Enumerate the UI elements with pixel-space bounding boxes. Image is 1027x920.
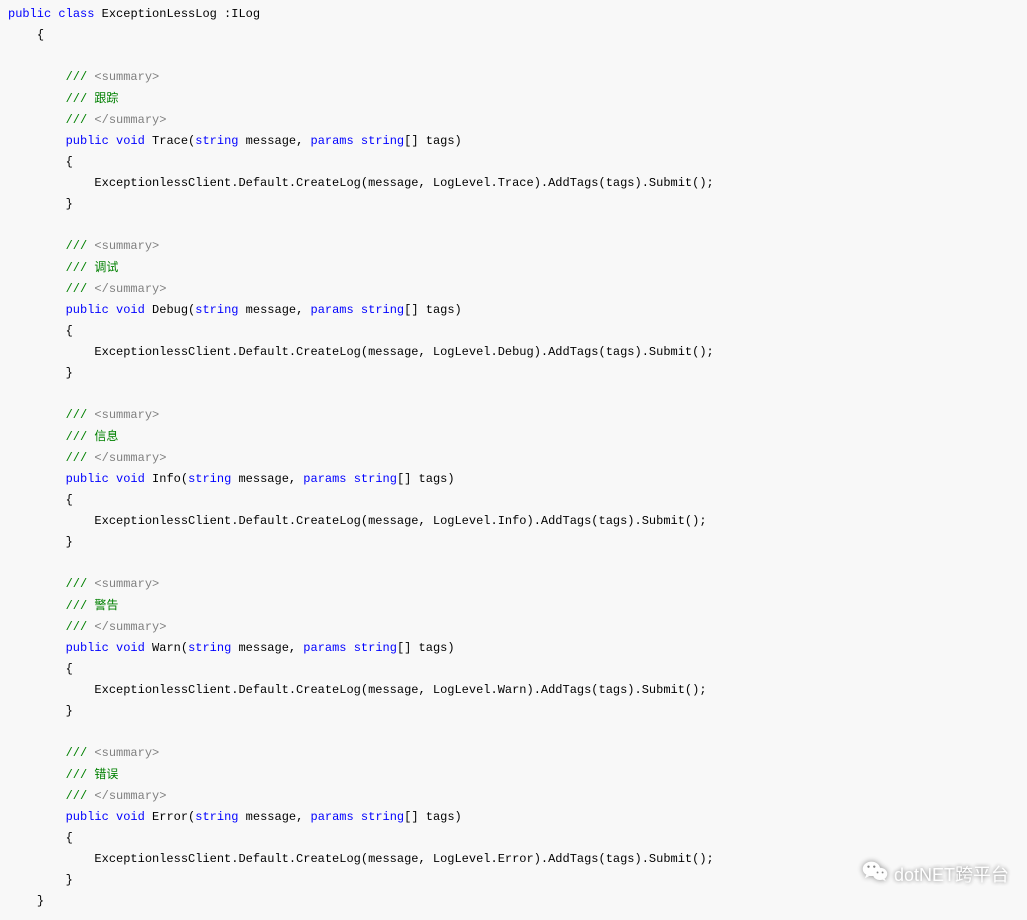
code-block: public class ExceptionLessLog :ILog { //… [0,0,1027,920]
